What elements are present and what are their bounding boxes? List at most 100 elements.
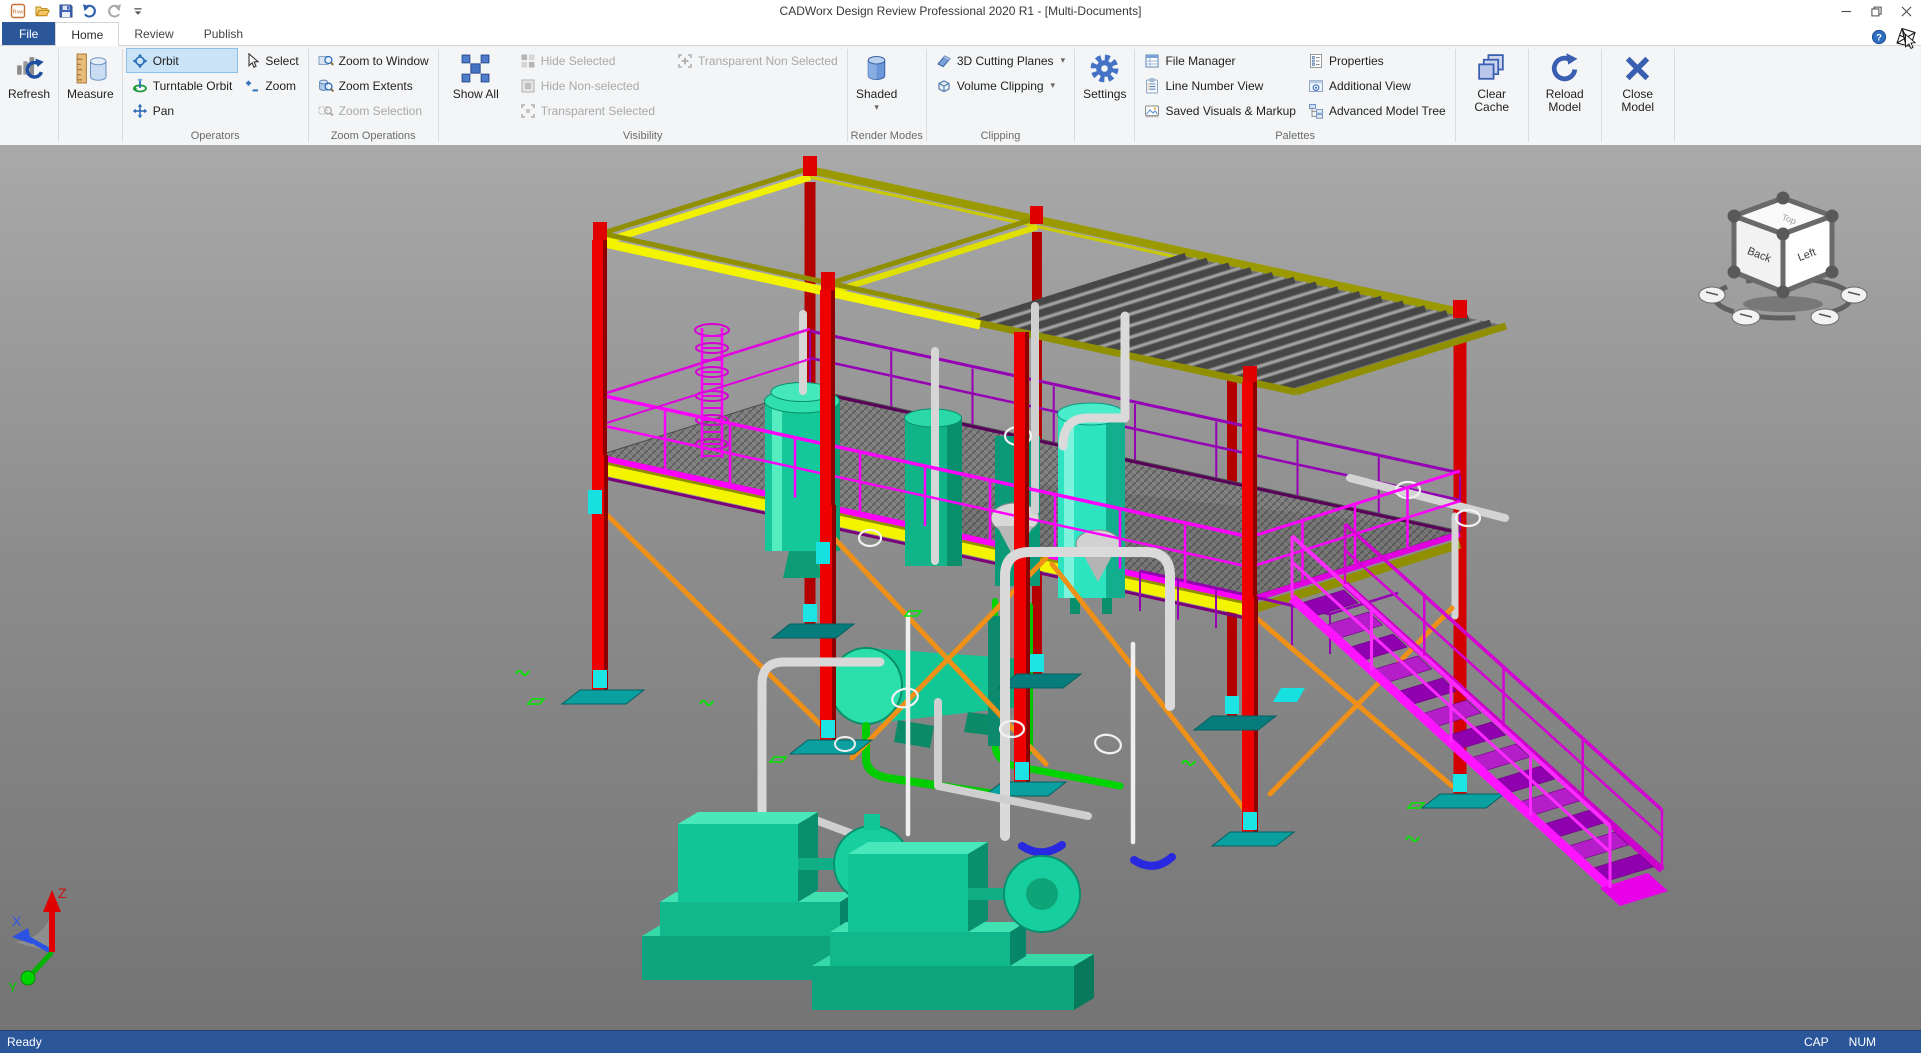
file-manager-button[interactable]: File Manager (1138, 48, 1302, 73)
group-separator (1527, 49, 1529, 142)
title-bar: CADWorx Design Review Professional 2020 … (0, 0, 1921, 22)
application-window: CADWorx Design Review Professional 2020 … (0, 0, 1921, 1053)
measure-button[interactable]: Measure (62, 47, 119, 102)
cutting-planes-icon (936, 53, 952, 69)
transparent-nonselected-icon (677, 53, 693, 69)
additional-view-icon (1308, 78, 1324, 94)
show-all-button[interactable]: Show All (448, 47, 504, 102)
caps-lock-indicator: CAP (1803, 1035, 1829, 1049)
ribbon-group-zoom-operations: Zoom to Window Zoom Extents Zoom Selecti… (310, 46, 437, 145)
open-button[interactable] (33, 3, 50, 20)
measure-icon (74, 52, 107, 85)
shaded-button[interactable]: Shaded ▾ (851, 47, 903, 112)
refresh-button[interactable]: Refresh (3, 47, 55, 102)
model-tree-icon (1308, 103, 1324, 119)
zoom-extents-button[interactable]: Zoom Extents (312, 73, 435, 98)
show-all-icon (459, 52, 492, 85)
group-separator (925, 49, 927, 142)
reload-model-button[interactable]: Reload Model (1532, 47, 1598, 115)
clear-cache-button[interactable]: Clear Cache (1459, 47, 1525, 115)
window-title: CADWorx Design Review Professional 2020 … (779, 4, 1142, 18)
hide-selected-icon (520, 53, 536, 69)
axis-triad: Z X Y (8, 885, 67, 995)
hexagon-logo (1894, 25, 1918, 49)
status-message: Ready (7, 1035, 42, 1049)
tab-publish[interactable]: Publish (189, 22, 258, 45)
group-label-zoom-operations: Zoom Operations (330, 130, 416, 142)
ribbon-group-settings: Settings (1076, 46, 1133, 145)
select-button[interactable]: Select (238, 48, 304, 73)
zoom-selection-button: Zoom Selection (312, 98, 435, 123)
zoom-to-window-button[interactable]: Zoom to Window (312, 48, 435, 73)
caret-down-icon: ▾ (874, 102, 879, 112)
shaded-cylinder-icon (860, 52, 893, 85)
help-button[interactable] (1870, 29, 1887, 46)
settings-button[interactable]: Settings (1078, 47, 1131, 102)
restore-button[interactable] (1861, 1, 1891, 22)
line-number-view-icon (1144, 78, 1160, 94)
cutting-planes-button[interactable]: 3D Cutting Planes ▾ (930, 48, 1071, 73)
zoom-selection-icon (318, 103, 334, 119)
redo-button[interactable] (105, 3, 122, 20)
application-button[interactable] (9, 3, 26, 20)
redo-icon (106, 3, 122, 19)
save-button[interactable] (57, 3, 74, 20)
app-rvw-icon (10, 3, 26, 19)
group-label-palettes: Palettes (1275, 130, 1315, 142)
additional-view-button[interactable]: Additional View (1302, 73, 1452, 98)
volume-clipping-button[interactable]: Volume Clipping ▾ (930, 73, 1071, 98)
group-separator (58, 49, 60, 142)
tab-file[interactable]: File (2, 22, 56, 45)
group-separator (1454, 49, 1456, 142)
ribbon-group-operators: Orbit Turntable Orbit Pan Select Zoom Op… (124, 46, 307, 145)
zoom-extents-icon (318, 78, 334, 94)
ribbon-group-refresh: Refresh (1, 46, 57, 145)
undo-icon (82, 3, 98, 19)
triad-z-label: Z (58, 885, 67, 901)
ribbon-group-clear-cache: Clear Cache (1457, 46, 1527, 145)
group-separator (121, 49, 123, 142)
model-scene: Top Back Left Z X Y (8, 156, 1868, 1010)
tab-review[interactable]: Review (119, 22, 188, 45)
viewport-3d[interactable]: Top Back Left Z X Y (0, 146, 1921, 1030)
pan-button[interactable]: Pan (126, 98, 239, 123)
group-separator (1600, 49, 1602, 142)
zoom-button[interactable]: Zoom (238, 73, 304, 98)
triad-x-label: X (12, 913, 22, 929)
restore-icon (1871, 6, 1882, 17)
group-separator (1134, 49, 1136, 142)
quick-access-toolbar (0, 3, 146, 20)
minimize-button[interactable] (1831, 1, 1861, 22)
caret-down-icon (130, 3, 146, 19)
undo-button[interactable] (81, 3, 98, 20)
clear-cache-icon (1475, 52, 1508, 85)
saved-visuals-markup-button[interactable]: Saved Visuals & Markup (1138, 98, 1302, 123)
turntable-orbit-button[interactable]: Turntable Orbit (126, 73, 239, 98)
close-button[interactable] (1891, 1, 1921, 22)
tab-home[interactable]: Home (55, 22, 120, 46)
turntable-orbit-icon (132, 78, 148, 94)
properties-button[interactable]: Properties (1302, 48, 1452, 73)
gear-icon (1088, 52, 1121, 85)
select-cursor-icon (244, 53, 260, 69)
caret-down-icon: ▾ (1050, 80, 1056, 90)
ribbon: Refresh Measure Orbit Turntable Orbit Pa… (0, 46, 1921, 146)
view-cube[interactable]: Top Back Left (1698, 191, 1868, 326)
open-folder-icon (34, 3, 50, 19)
line-number-view-button[interactable]: Line Number View (1138, 73, 1302, 98)
group-label-render-modes: Render Modes (850, 130, 923, 142)
orbit-button[interactable]: Orbit (125, 48, 239, 73)
help-icon (1871, 29, 1887, 45)
hide-selected-button: Hide Selected (514, 48, 661, 73)
advanced-model-tree-button[interactable]: Advanced Model Tree (1302, 98, 1452, 123)
close-icon (1901, 6, 1912, 17)
refresh-icon (13, 52, 46, 85)
group-separator (846, 49, 848, 142)
corrugated-roof (973, 252, 1508, 396)
group-separator (1673, 49, 1675, 142)
group-label-visibility: Visibility (622, 130, 663, 142)
transparent-selected-button: Transparent Selected (514, 98, 661, 123)
customize-qat-button[interactable] (129, 3, 146, 20)
zoom-window-icon (318, 53, 334, 69)
close-model-button[interactable]: Close Model (1605, 47, 1671, 115)
